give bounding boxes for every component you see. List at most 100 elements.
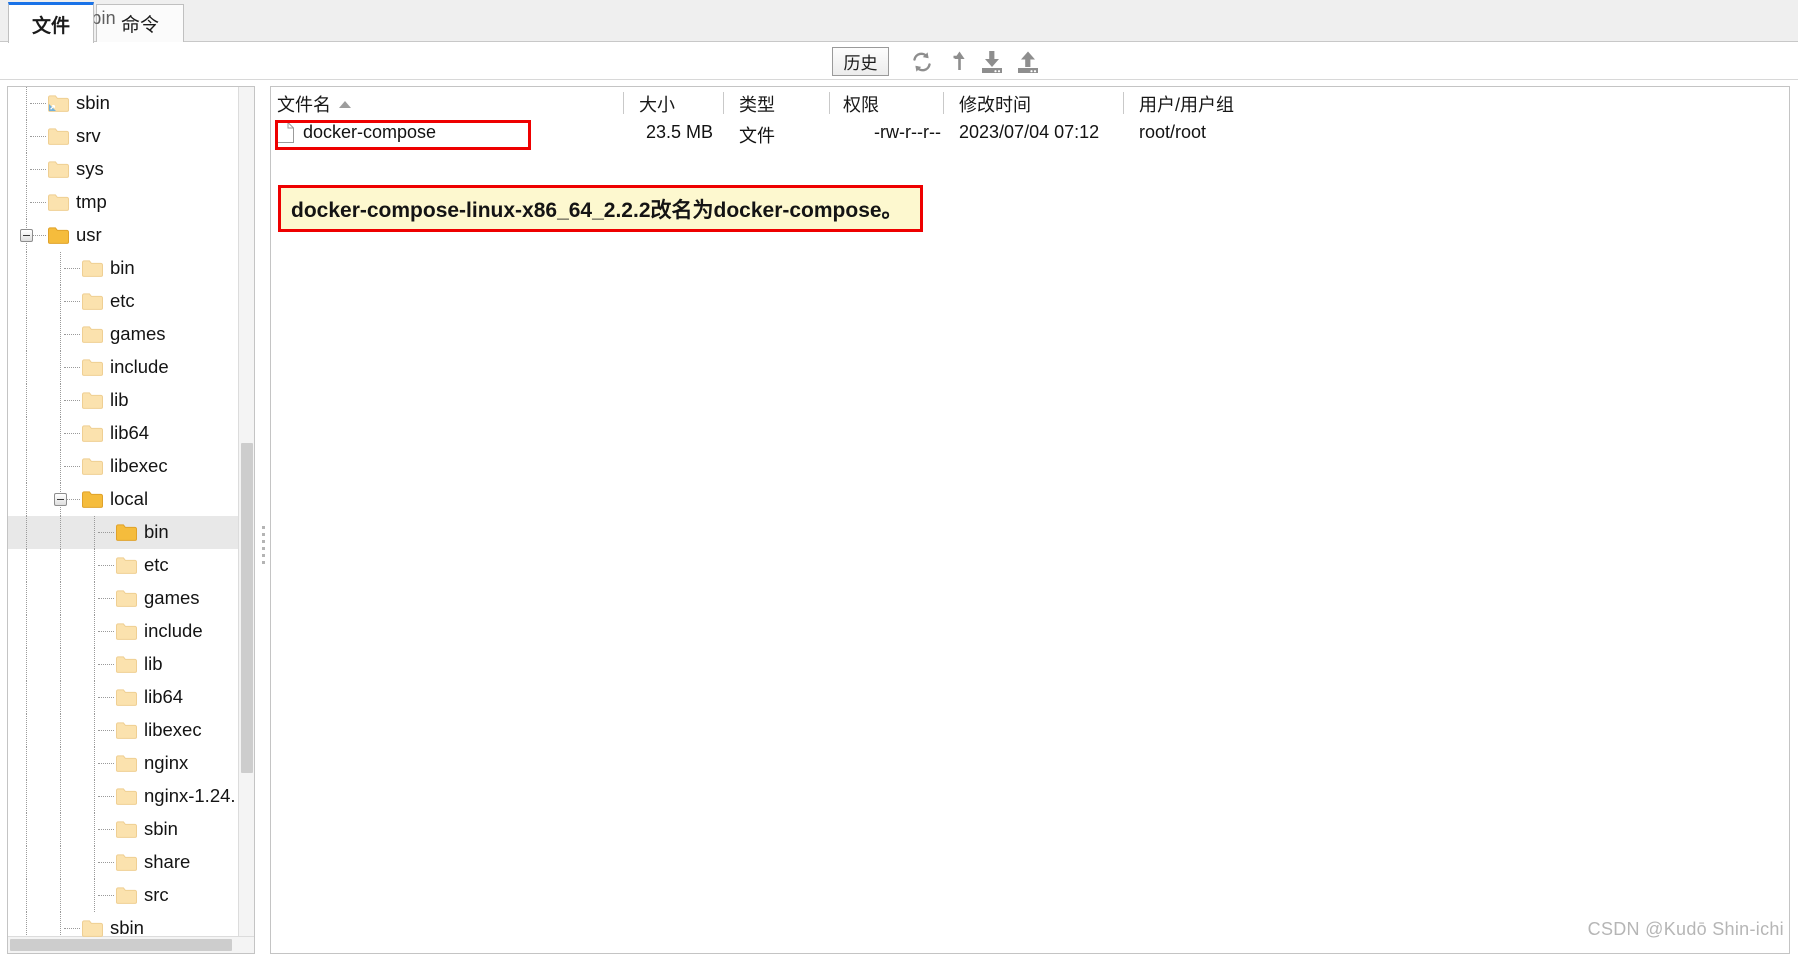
tree-guide-line [60,648,61,681]
tree-horizontal-scroll-thumb[interactable] [10,939,232,951]
tree-item-usr[interactable]: usr [8,219,254,252]
history-button[interactable]: 历史 [832,47,889,76]
folder-icon [116,590,137,607]
path-bar [0,42,1798,80]
tree-item-include[interactable]: include [8,615,254,648]
file-icon [277,122,294,143]
tree-guide-line [60,351,61,384]
cell-size: 23.5 MB [645,122,713,142]
tree-collapse-toggle[interactable] [54,493,67,506]
parent-directory-icon[interactable] [944,48,972,76]
tree-collapse-toggle[interactable] [20,229,33,242]
tree-item-nginx[interactable]: nginx [8,747,254,780]
tree-guide-line [26,483,27,516]
watermark: CSDN @Kudō Shin-ichi [1587,919,1784,939]
column-divider[interactable] [829,92,830,114]
tree-item-lib[interactable]: lib [8,384,254,417]
tree-item-label: tmp [76,191,107,212]
refresh-icon[interactable] [908,48,936,76]
tab-file[interactable]: 文件 [8,2,94,43]
tree-item-libexec[interactable]: libexec [8,714,254,747]
tree-item-tmp[interactable]: tmp [8,186,254,219]
tree-guide-line [26,582,27,615]
tree-item-share[interactable]: share [8,846,254,879]
tree-item-label: libexec [144,719,202,740]
tree-item-libexec[interactable]: libexec [8,450,254,483]
tree-guide-hook [98,598,114,599]
tree-guide-line [26,318,27,351]
cell-type: 文件 [739,126,775,146]
folder-icon [116,623,137,640]
tree-guide-line [94,813,95,846]
tree-guide-line [60,846,61,879]
tree-item-sbin[interactable]: sbin [8,87,254,120]
tree-guide-hook [98,664,114,665]
tree-guide-hook [98,796,114,797]
column-filename[interactable]: 文件名 [277,91,351,117]
tree-horizontal-scrollbar[interactable] [8,936,254,953]
tree-item-label: bin [110,257,135,278]
download-icon[interactable] [978,48,1006,76]
tree-item-games[interactable]: games [8,582,254,615]
column-divider[interactable] [1123,92,1124,114]
tree-guide-line [26,120,27,153]
tree-guide-line [26,252,27,285]
upload-icon[interactable] [1014,48,1042,76]
tree-guide-line [94,879,95,912]
directory-tree[interactable]: sbin srv sys tmp usr bin etc games include lib lib… [8,87,254,937]
column-divider[interactable] [623,92,624,114]
table-row[interactable]: docker-compose 23.5 MB 文件 -rw-r--r-- 202… [271,119,1789,150]
tree-guide-line [60,582,61,615]
tree-item-label: usr [76,224,102,245]
folder-icon [48,128,69,145]
column-divider[interactable] [943,92,944,114]
tree-guide-hook [98,631,114,632]
tree-item-games[interactable]: games [8,318,254,351]
panel-splitter[interactable] [258,86,270,954]
tree-guide-line [26,384,27,417]
tree-vertical-scroll-thumb[interactable] [241,443,253,773]
column-size[interactable]: 大小 [639,91,675,117]
history-button-label: 历史 [843,54,878,73]
folder-icon [116,821,137,838]
tree-item-lib[interactable]: lib [8,648,254,681]
tree-guide-hook [98,730,114,731]
tree-guide-line [94,846,95,879]
tree-item-lib64[interactable]: lib64 [8,417,254,450]
tree-guide-hook [30,169,46,170]
tree-guide-line [26,87,27,120]
tree-item-sbin[interactable]: sbin [8,813,254,846]
column-permissions-label: 权限 [843,95,879,115]
tree-guide-line [60,318,61,351]
column-permissions[interactable]: 权限 [843,91,879,117]
tree-guide-line [60,714,61,747]
tree-item-include[interactable]: include [8,351,254,384]
tree-guide-hook [30,202,46,203]
column-modified[interactable]: 修改时间 [959,91,1031,117]
tree-vertical-scrollbar[interactable] [238,87,254,937]
tree-item-etc[interactable]: etc [8,285,254,318]
tree-guide-line [26,351,27,384]
tree-guide-line [26,747,27,780]
tree-guide-line [26,516,27,549]
column-size-label: 大小 [639,95,675,115]
column-type[interactable]: 类型 [739,91,775,117]
tree-guide-line [94,516,95,549]
tree-item-bin[interactable]: bin [8,516,254,549]
tree-item-lib64[interactable]: lib64 [8,681,254,714]
tree-item-src[interactable]: src [8,879,254,912]
annotation-callout: docker-compose-linux-x86_64_2.2.2改名为dock… [278,185,923,232]
tree-item-local[interactable]: local [8,483,254,516]
column-owner[interactable]: 用户/用户组 [1139,91,1234,117]
tree-item-bin[interactable]: bin [8,252,254,285]
column-divider[interactable] [723,92,724,114]
tree-guide-line [26,846,27,879]
tree-item-sbin[interactable]: sbin [8,912,254,937]
tree-guide-line [26,615,27,648]
tree-item-label: lib64 [144,686,184,707]
tree-item-srv[interactable]: srv [8,120,254,153]
tree-guide-hook [64,367,80,368]
tree-item-sys[interactable]: sys [8,153,254,186]
tree-item-nginx-1.24.[interactable]: nginx-1.24. [8,780,254,813]
tree-item-etc[interactable]: etc [8,549,254,582]
